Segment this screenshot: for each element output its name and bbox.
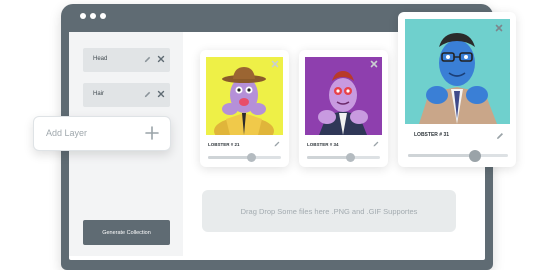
window-dot-icon[interactable] (80, 13, 86, 19)
nft-slider[interactable] (307, 153, 380, 162)
close-icon[interactable] (270, 59, 280, 69)
pencil-icon[interactable] (143, 55, 152, 64)
nft-card[interactable]: LOBSTER # 34 (299, 50, 388, 167)
layer-row-hair[interactable]: Hair (83, 83, 170, 107)
nft-slider[interactable] (408, 149, 508, 162)
close-icon[interactable] (156, 54, 166, 64)
generate-collection-button[interactable]: Generate Collection (83, 220, 170, 245)
close-icon[interactable] (494, 23, 504, 33)
close-icon[interactable] (369, 59, 379, 69)
slider-fill (307, 156, 351, 159)
pencil-icon[interactable] (273, 140, 281, 148)
slider-knob[interactable] (247, 153, 257, 162)
pencil-icon[interactable] (143, 90, 152, 99)
nft-image (405, 19, 510, 124)
layer-label: Hair (93, 91, 105, 97)
nft-slider[interactable] (208, 153, 281, 162)
nft-name: LOBSTER # 21 (208, 142, 240, 147)
window-dot-icon[interactable] (100, 13, 106, 19)
pencil-icon[interactable] (372, 140, 380, 148)
window-dot-icon[interactable] (90, 13, 96, 19)
window-controls (80, 13, 106, 19)
pencil-icon[interactable] (495, 131, 505, 141)
plus-icon[interactable] (145, 126, 159, 140)
slider-knob[interactable] (346, 153, 356, 162)
layer-label: Head (93, 56, 108, 62)
add-layer-input[interactable] (46, 125, 136, 141)
add-layer-field (33, 116, 171, 151)
slider-fill (208, 156, 252, 159)
nft-card[interactable]: LOBSTER # 21 (200, 50, 289, 167)
file-dropzone[interactable]: Drag Drop Some files here .PNG and .GIF … (202, 190, 456, 232)
nft-card-selected[interactable]: LOBSTER # 31 (398, 12, 516, 167)
slider-fill (408, 154, 475, 157)
nft-name: LOBSTER # 31 (414, 132, 450, 138)
layer-row-head[interactable]: Head (83, 48, 170, 72)
lobster-character-image (405, 19, 510, 124)
slider-knob[interactable] (469, 149, 481, 162)
nft-name: LOBSTER # 34 (307, 142, 339, 147)
close-icon[interactable] (156, 89, 166, 99)
